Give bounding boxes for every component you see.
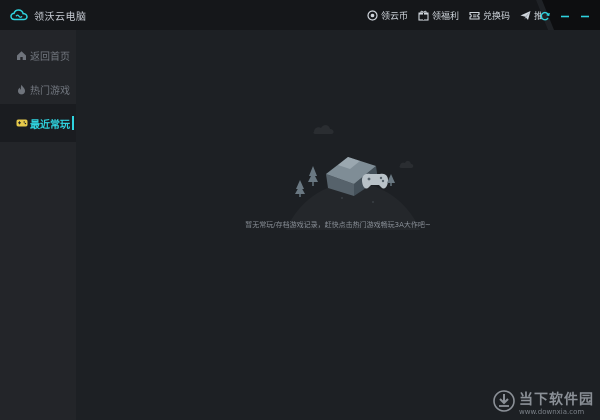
gamepad-icon — [16, 118, 28, 129]
home-icon — [16, 50, 27, 61]
redeem-code-button[interactable]: 兑换码 — [464, 0, 515, 30]
title-bar: 领沃云电脑 领云币 领福利 兑换码 — [0, 0, 600, 30]
watermark: 当下软件园 www.downxia.com — [493, 389, 594, 416]
main-content: 暂无常玩/存档游戏记录，赶快点击热门游戏畅玩3A大作吧~ — [76, 30, 600, 420]
app-brand: 领沃云电脑 — [10, 0, 87, 30]
watermark-logo-icon — [493, 389, 515, 416]
welfare-button-label: 领福利 — [432, 11, 460, 22]
sidebar: 返回首页 热门游戏 最近常玩 — [0, 30, 76, 420]
welfare-button[interactable]: 领福利 — [413, 0, 464, 30]
sidebar-item-label: 最近常玩 — [30, 119, 70, 131]
paper-plane-icon — [520, 10, 531, 21]
coin-button-label: 领云币 — [381, 11, 409, 22]
refresh-icon — [540, 6, 550, 25]
cloud-logo-icon — [10, 9, 28, 21]
coin-button[interactable]: 领云币 — [362, 0, 413, 30]
close-button[interactable] — [578, 8, 592, 22]
sidebar-item-label: 返回首页 — [30, 51, 70, 63]
sidebar-item-recent-played[interactable]: 最近常玩 — [0, 104, 76, 142]
minimize-icon — [560, 6, 570, 25]
sidebar-item-hot-games[interactable]: 热门游戏 — [0, 70, 76, 108]
sidebar-item-home[interactable]: 返回首页 — [0, 36, 76, 74]
watermark-name: 当下软件园 — [519, 392, 594, 408]
refresh-button[interactable] — [538, 8, 552, 22]
active-indicator — [72, 116, 74, 130]
app-title: 领沃云电脑 — [34, 11, 87, 23]
gift-icon — [418, 10, 429, 21]
ticket-icon — [469, 10, 480, 21]
coin-icon — [367, 9, 378, 21]
watermark-text: 当下软件园 www.downxia.com — [519, 389, 594, 416]
watermark-url: www.downxia.com — [519, 408, 585, 416]
flame-icon — [16, 84, 27, 95]
close-icon — [580, 6, 590, 25]
empty-state-message: 暂无常玩/存档游戏记录，赶快点击热门游戏畅玩3A大作吧~ — [245, 221, 431, 229]
app-window: 领沃云电脑 领云币 领福利 兑换码 返回首页 热门游戏 最近常玩 暂无常玩/存档… — [0, 0, 600, 420]
window-controls — [532, 0, 592, 30]
sidebar-item-label: 热门游戏 — [30, 85, 70, 97]
minimize-button[interactable] — [558, 8, 572, 22]
empty-state-illustration — [286, 125, 420, 230]
redeem-code-button-label: 兑换码 — [483, 11, 511, 22]
